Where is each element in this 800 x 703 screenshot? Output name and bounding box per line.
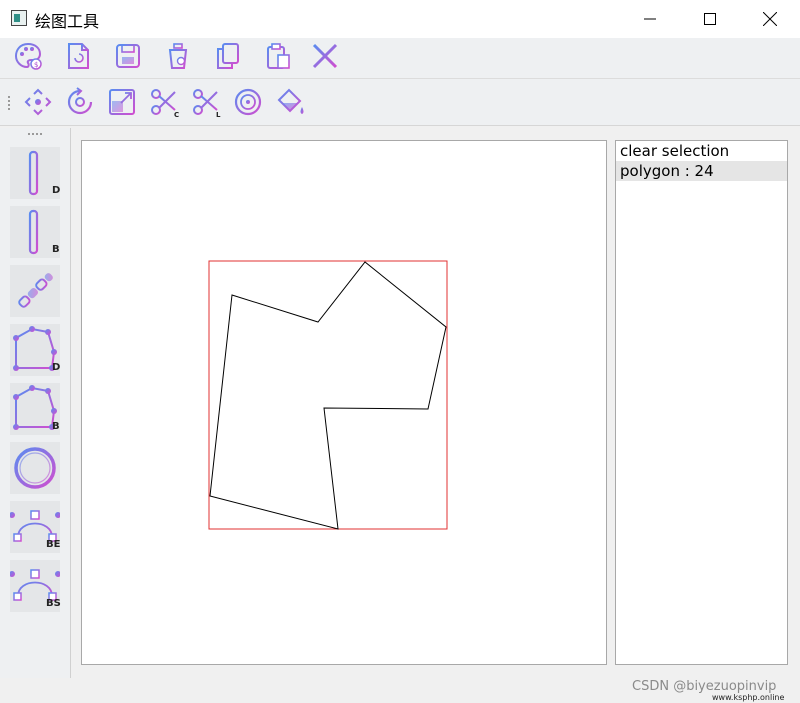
save-icon xyxy=(116,44,140,68)
rotate-tool[interactable] xyxy=(64,86,96,118)
main-toolbar: $ xyxy=(0,38,800,79)
line-dda-tool[interactable]: D xyxy=(10,147,60,199)
toolbar-grip[interactable] xyxy=(8,96,12,110)
tool-subscript: BS xyxy=(46,598,61,609)
scale-tool[interactable] xyxy=(106,86,138,118)
copy-tool[interactable] xyxy=(212,40,244,72)
circle-target-tool[interactable] xyxy=(232,86,264,118)
fill-tool[interactable] xyxy=(274,86,306,118)
svg-text:L: L xyxy=(216,111,221,118)
paint-bucket-icon xyxy=(277,88,304,114)
trash-icon xyxy=(167,43,189,69)
transform-toolbar: C L xyxy=(0,79,800,126)
maximize-icon xyxy=(704,13,716,25)
shape-list: clear selection polygon : 24 xyxy=(615,140,788,665)
new-file-tool[interactable] xyxy=(62,40,94,72)
minimize-icon xyxy=(644,18,656,20)
clip-cohen-tool[interactable]: C xyxy=(148,86,180,118)
tool-subscript: B xyxy=(52,421,60,432)
polygon-dda-tool[interactable]: D xyxy=(10,324,60,376)
title-bar: 绘图工具 xyxy=(0,0,800,38)
rotate-icon xyxy=(67,87,93,115)
drawing-canvas[interactable] xyxy=(81,140,607,665)
minimize-button[interactable] xyxy=(620,0,680,38)
scale-icon xyxy=(109,89,135,115)
paste-tool[interactable] xyxy=(262,40,294,72)
tool-subscript: BE xyxy=(46,539,61,550)
new-file-icon xyxy=(68,43,89,69)
translate-tool[interactable] xyxy=(22,86,54,118)
x-icon xyxy=(312,43,338,69)
scissors-icon: C xyxy=(151,89,179,118)
polygon-shape[interactable] xyxy=(209,261,447,530)
tool-subscript: D xyxy=(52,185,61,196)
list-item-clear-selection[interactable]: clear selection xyxy=(616,141,787,161)
close-document-tool[interactable] xyxy=(309,40,341,72)
segment-tool[interactable] xyxy=(10,265,60,317)
app-icon xyxy=(11,10,27,26)
scissors-icon: L xyxy=(193,89,221,118)
palette-tool[interactable]: $ xyxy=(12,40,44,72)
tool-subscript: D xyxy=(52,362,61,373)
clear-tool[interactable] xyxy=(162,40,194,72)
line-bresenham-tool[interactable]: B xyxy=(10,206,60,258)
svg-text:$: $ xyxy=(34,61,38,69)
clip-liang-tool[interactable]: L xyxy=(190,86,222,118)
canvas-drawing xyxy=(208,260,448,530)
watermark-text: CSDN @biyezuopinvip xyxy=(632,679,777,694)
close-button[interactable] xyxy=(740,0,800,38)
left-toolbar-grip[interactable] xyxy=(28,133,42,137)
polygon-bresenham-tool[interactable]: B xyxy=(10,383,60,435)
save-tool[interactable] xyxy=(112,40,144,72)
chain-icon xyxy=(18,273,53,308)
ellipse-tool[interactable] xyxy=(10,442,60,494)
list-item-polygon[interactable]: polygon : 24 xyxy=(616,161,787,181)
maximize-button[interactable] xyxy=(680,0,740,38)
ring-icon xyxy=(14,447,56,489)
tool-subscript: B xyxy=(52,244,60,255)
clipboard-icon xyxy=(267,43,290,69)
svg-text:C: C xyxy=(174,111,179,118)
palette-icon: $ xyxy=(14,42,42,70)
close-icon xyxy=(763,12,777,26)
curve-bezier-tool[interactable]: BE xyxy=(9,501,61,553)
selection-box xyxy=(208,260,448,530)
window-title: 绘图工具 xyxy=(35,12,100,31)
target-icon xyxy=(234,88,262,116)
copy-icon xyxy=(217,43,239,69)
move-arrows-icon xyxy=(24,88,52,116)
curve-bspline-tool[interactable]: BS xyxy=(9,560,61,612)
watermark-site: www.ksphp.online xyxy=(712,693,785,702)
